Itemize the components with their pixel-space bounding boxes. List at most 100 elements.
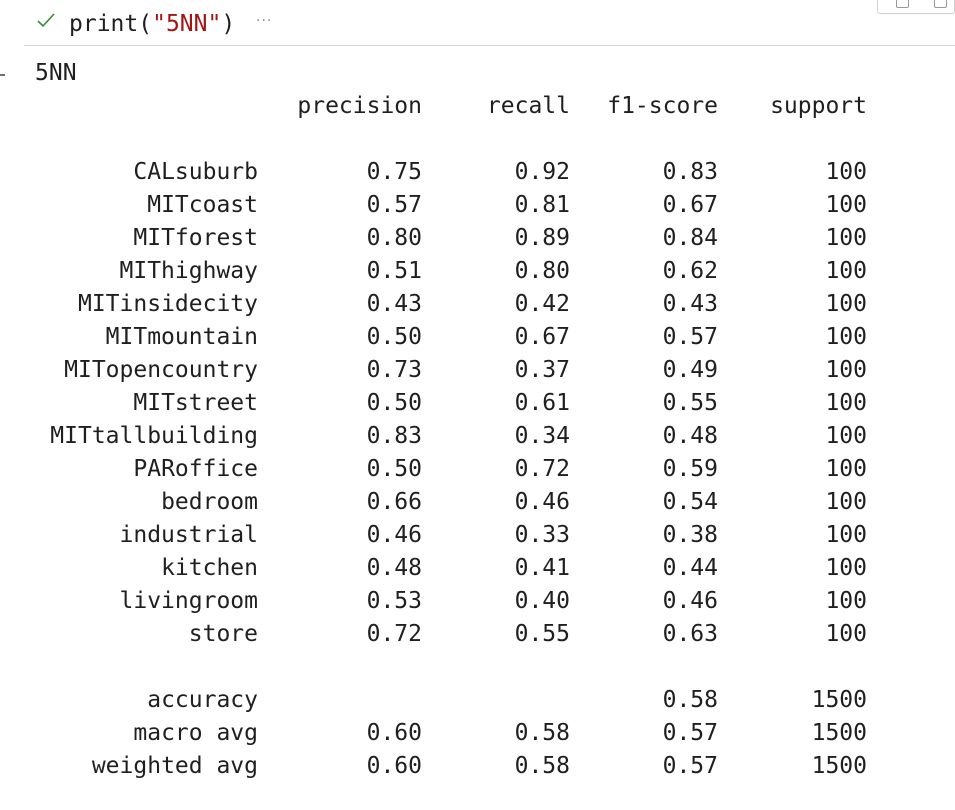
cell-label: kitchen	[161, 555, 258, 581]
table-row: PARoffice 0.50 0.72 0.59 100	[35, 453, 867, 486]
cell-precision: 0.50	[366, 324, 422, 350]
cell-precision: 0.53	[366, 588, 422, 614]
cell-f1: 0.55	[662, 390, 718, 416]
table-row: MITopencountry 0.73 0.37 0.49 100	[35, 354, 867, 387]
cell-label: livingroom	[119, 588, 258, 614]
ellipsis-icon[interactable]: ···	[256, 13, 272, 29]
cell-precision: 0.50	[366, 390, 422, 416]
cell-precision: 0.50	[366, 456, 422, 482]
cell-support: 1500	[811, 687, 867, 713]
cell-precision: 0.48	[366, 555, 422, 581]
code-suffix: )	[221, 11, 236, 37]
cell-f1: 0.57	[662, 324, 718, 350]
cell-recall: 0.92	[514, 159, 570, 185]
table-row: industrial 0.46 0.33 0.38 100	[35, 519, 867, 552]
table-row: MITtallbuilding 0.83 0.34 0.48 100	[35, 420, 867, 453]
cell-support: 100	[825, 423, 867, 449]
cell-support: 100	[825, 456, 867, 482]
cell-f1: 0.67	[662, 192, 718, 218]
cell-f1: 0.57	[662, 720, 718, 746]
header-support: support	[770, 93, 867, 119]
cell-support: 100	[825, 522, 867, 548]
cell-support: 100	[825, 258, 867, 284]
cell-f1: 0.54	[662, 489, 718, 515]
cell-f1: 0.46	[662, 588, 718, 614]
summary-row: macro avg 0.60 0.58 0.57 1500	[35, 717, 867, 750]
code-line[interactable]: print("5NN")	[69, 8, 235, 40]
cell-recall: 0.72	[514, 456, 570, 482]
cell-recall: 0.42	[514, 291, 570, 317]
cell-recall: 0.41	[514, 555, 570, 581]
cell-label: MITstreet	[133, 390, 258, 416]
cell-label: PARoffice	[133, 456, 258, 482]
cell-label: MITinsidecity	[77, 291, 258, 317]
cell-precision: 0.72	[366, 621, 422, 647]
header-recall: recall	[486, 93, 570, 119]
cell-recall: 0.80	[514, 258, 570, 284]
code-string: "5NN"	[152, 11, 222, 37]
cell-label: accuracy	[147, 687, 258, 713]
cell-support: 100	[825, 159, 867, 185]
more-icon[interactable]	[934, 0, 947, 8]
cell-label: MITforest	[133, 225, 258, 251]
cell-f1: 0.62	[662, 258, 718, 284]
cell-recall: 0.55	[514, 621, 570, 647]
cell-label: MITopencountry	[64, 357, 258, 383]
cell-support: 100	[825, 192, 867, 218]
cell-f1: 0.83	[662, 159, 718, 185]
cell-label: MITmountain	[105, 324, 258, 350]
blank-row	[35, 123, 867, 156]
cell-precision: 0.57	[366, 192, 422, 218]
cell-label: bedroom	[161, 489, 258, 515]
check-icon	[37, 13, 55, 28]
cell-support: 100	[825, 489, 867, 515]
cell-support: 100	[825, 357, 867, 383]
table-row: livingroom 0.53 0.40 0.46 100	[35, 585, 867, 618]
blank-cell	[35, 123, 867, 156]
table-row: MITforest 0.80 0.89 0.84 100	[35, 222, 867, 255]
table-row: MITstreet 0.50 0.61 0.55 100	[35, 387, 867, 420]
cell-label: industrial	[119, 522, 258, 548]
cell-f1: 0.43	[662, 291, 718, 317]
cell-precision: 0.66	[366, 489, 422, 515]
cell-label: weighted avg	[91, 753, 258, 779]
header-precision: precision	[297, 93, 422, 119]
cell-label: MITtallbuilding	[50, 423, 258, 449]
table-row: bedroom 0.66 0.46 0.54 100	[35, 486, 867, 519]
cell-recall: 0.58	[514, 720, 570, 746]
table-row: MITcoast 0.57 0.81 0.67 100	[35, 189, 867, 222]
cell-support: 100	[825, 390, 867, 416]
cell-precision: 0.43	[366, 291, 422, 317]
cell-precision	[258, 684, 422, 717]
cell-recall: 0.34	[514, 423, 570, 449]
summary-row: accuracy 0.58 1500	[35, 684, 867, 717]
cell-support: 100	[825, 555, 867, 581]
blank-row	[35, 651, 867, 684]
cell-recall: 0.58	[514, 753, 570, 779]
cell-f1: 0.38	[662, 522, 718, 548]
cell-label: CALsuburb	[133, 159, 258, 185]
cell-recall: 0.89	[514, 225, 570, 251]
copy-icon[interactable]	[896, 0, 909, 8]
cell-recall	[422, 684, 570, 717]
cell-recall: 0.81	[514, 192, 570, 218]
cell-precision: 0.51	[366, 258, 422, 284]
code-cell-header[interactable]: print("5NN") ···	[24, 0, 955, 46]
cell-support: 100	[825, 588, 867, 614]
cell-recall: 0.46	[514, 489, 570, 515]
cell-recall: 0.33	[514, 522, 570, 548]
output-collapse-marker[interactable]	[0, 74, 5, 76]
report-header-row: precision recall f1-score support	[35, 90, 867, 123]
cell-recall: 0.67	[514, 324, 570, 350]
cell-f1: 0.63	[662, 621, 718, 647]
cell-label: macro avg	[133, 720, 258, 746]
table-row: kitchen 0.48 0.41 0.44 100	[35, 552, 867, 585]
cell-label: MITcoast	[147, 192, 258, 218]
table-row: MITmountain 0.50 0.67 0.57 100	[35, 321, 867, 354]
cell-support: 1500	[811, 720, 867, 746]
cell-label: store	[188, 621, 258, 647]
cell-f1: 0.57	[662, 753, 718, 779]
cell-f1: 0.59	[662, 456, 718, 482]
output-title: 5NN	[35, 60, 77, 86]
classification-report: precision recall f1-score support CALsub…	[35, 90, 867, 783]
